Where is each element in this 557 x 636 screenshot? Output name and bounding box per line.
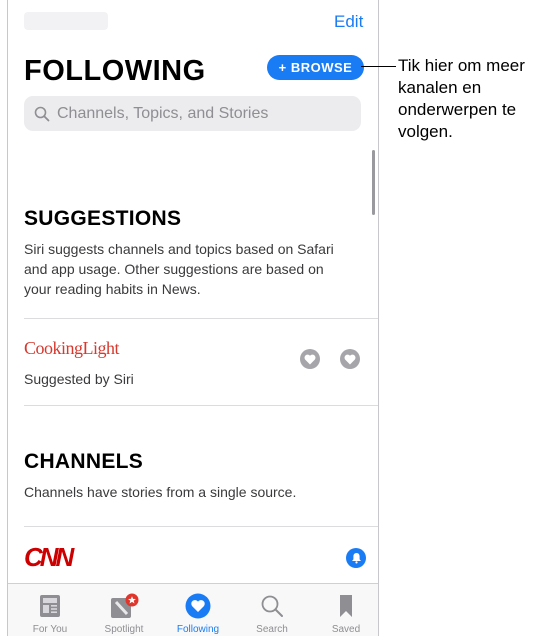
scrollbar[interactable] bbox=[372, 150, 375, 215]
heart-icon bbox=[304, 354, 316, 364]
tab-label: Following bbox=[176, 624, 220, 635]
cooking-light-logo[interactable]: CookingLight bbox=[24, 338, 120, 359]
heart-icon bbox=[185, 593, 211, 619]
search-field[interactable]: Channels, Topics, and Stories bbox=[24, 96, 361, 131]
divider bbox=[24, 405, 378, 406]
tab-label: For You bbox=[32, 624, 68, 635]
spotlight-icon bbox=[111, 593, 139, 618]
status-area bbox=[24, 12, 108, 30]
heart-icon bbox=[344, 354, 356, 364]
notification-button[interactable] bbox=[346, 548, 366, 568]
search-icon bbox=[34, 106, 50, 121]
tab-label: Spotlight bbox=[104, 624, 144, 635]
channels-title: CHANNELS bbox=[24, 450, 144, 473]
callout-text: Tik hier om meer kanalen en onderwerpen … bbox=[398, 56, 525, 141]
bell-icon bbox=[351, 553, 361, 564]
tab-saved[interactable]: Saved bbox=[311, 584, 378, 635]
browse-button[interactable]: + BROWSE bbox=[267, 55, 364, 80]
phone-screen: Edit FOLLOWING + BROWSE Channels, Topics… bbox=[7, 0, 379, 636]
tab-label: Saved bbox=[331, 624, 361, 635]
follow-heart-button[interactable] bbox=[340, 349, 360, 369]
callout-line bbox=[361, 66, 396, 67]
suggested-by-siri-label: Suggested by Siri bbox=[24, 371, 134, 387]
tab-search[interactable]: Search bbox=[237, 584, 307, 635]
suggestions-description: Siri suggests channels and topics based … bbox=[24, 241, 334, 297]
tab-spotlight[interactable]: Spotlight bbox=[89, 584, 159, 635]
newspaper-icon bbox=[40, 595, 60, 617]
divider bbox=[24, 526, 378, 527]
channels-description: Channels have stories from a single sour… bbox=[24, 484, 297, 500]
tab-for-you[interactable]: For You bbox=[15, 584, 85, 635]
tab-following[interactable]: Following bbox=[163, 584, 233, 635]
bookmark-icon bbox=[340, 595, 352, 617]
tab-label: Search bbox=[256, 624, 288, 635]
edit-button[interactable]: Edit bbox=[334, 12, 363, 32]
page-title: FOLLOWING bbox=[24, 55, 206, 87]
cnn-logo[interactable]: CNN bbox=[24, 542, 74, 573]
search-icon bbox=[261, 595, 283, 617]
divider bbox=[24, 318, 378, 319]
search-placeholder: Channels, Topics, and Stories bbox=[57, 104, 269, 122]
tab-bar: For You Spotlight Following Search Saved bbox=[8, 583, 378, 636]
follow-heart-button[interactable] bbox=[300, 349, 320, 369]
suggestions-title: SUGGESTIONS bbox=[24, 207, 182, 230]
